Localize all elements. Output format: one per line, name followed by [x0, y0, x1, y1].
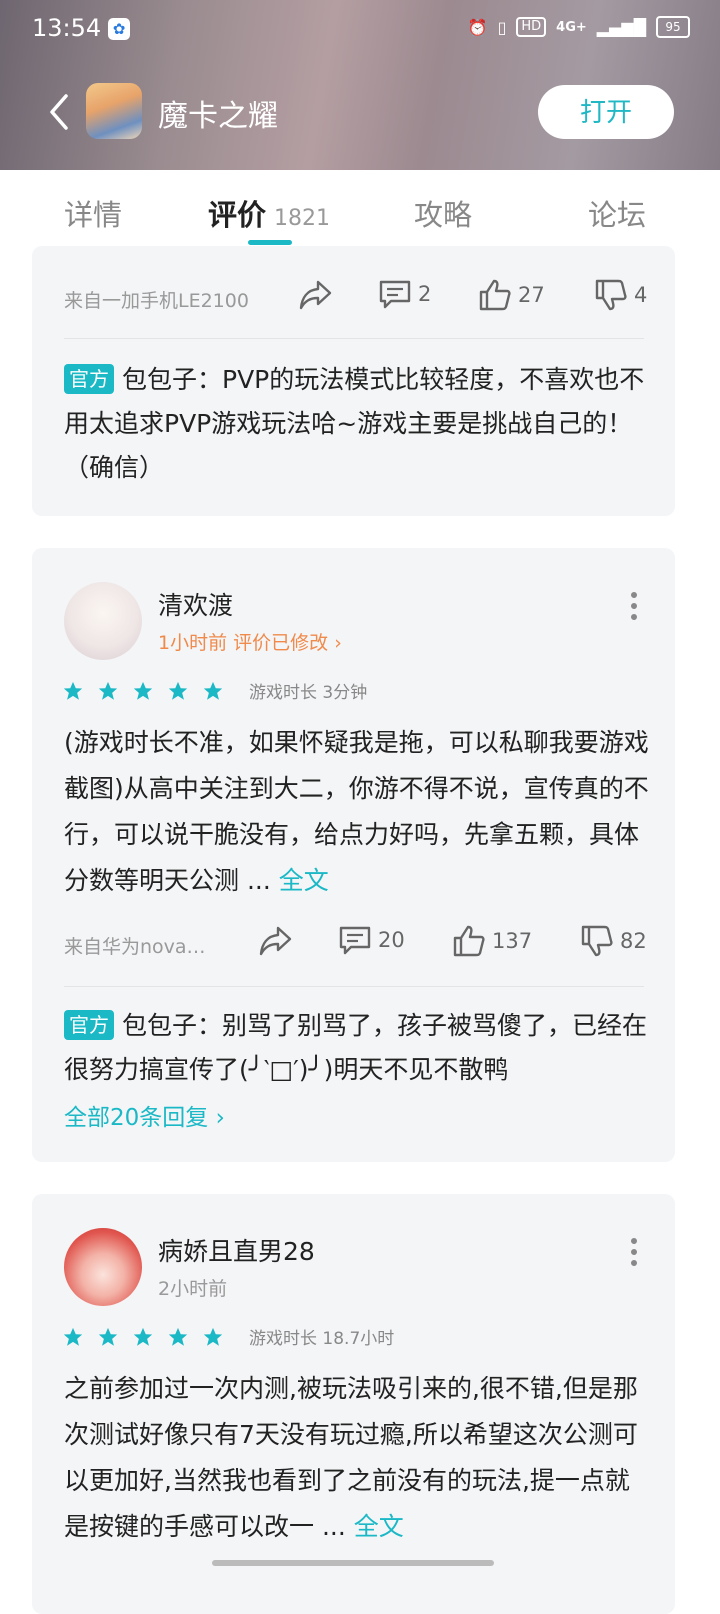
official-tag: 官方: [64, 364, 114, 394]
dislike-count: 4: [634, 283, 648, 307]
review-text: 之前参加过一次内测,被玩法吸引来的,很不错,但是那次测试好像只有7天没有玩过瘾,…: [64, 1374, 638, 1541]
comment-count: 2: [418, 282, 432, 306]
review-card: 清欢渡 1小时前 评价已修改 › 游戏时长 3分钟 (游戏时长不准，如果怀疑我是…: [32, 548, 675, 1162]
review-time: 1小时前: [158, 632, 228, 654]
rating-stars: 游戏时长 18.7小时: [62, 1324, 394, 1349]
tab-guides[interactable]: 攻略: [414, 192, 472, 234]
official-tag: 官方: [64, 1010, 114, 1040]
like-button[interactable]: 137: [452, 924, 532, 958]
tab-bar: 详情 评价 1821 攻略 论坛: [0, 170, 720, 246]
divider: [64, 986, 644, 987]
status-time: 13:54: [32, 14, 102, 42]
full-text-link[interactable]: 全文: [279, 866, 329, 895]
dislike-count: 82: [620, 929, 647, 953]
alarm-icon: ⏰: [467, 17, 488, 37]
share-icon[interactable]: [258, 924, 294, 958]
star-icon: [168, 1327, 188, 1346]
star-icon: [98, 1327, 118, 1346]
all-replies-link[interactable]: 全部20条回复 ›: [64, 1098, 225, 1132]
avatar[interactable]: [64, 582, 142, 660]
app-title: 魔卡之耀: [158, 99, 278, 134]
battery-indicator: 95: [656, 16, 690, 38]
official-reply-text: 包包子：别骂了别骂了，孩子被骂傻了，已经在很努力搞宣传了(╯‵□′)╯)明天不见…: [64, 1011, 648, 1084]
device-label: 来自一加手机LE2100: [64, 290, 249, 312]
dislike-button[interactable]: 4: [594, 278, 647, 312]
star-icon: [203, 681, 223, 700]
signal-icon: ▂▄▆█: [596, 17, 646, 37]
review-body[interactable]: (游戏时长不准，如果怀疑我是拖，可以私聊我要游戏截图)从高中关注到大二，你游不得…: [64, 720, 652, 904]
username[interactable]: 清欢渡: [158, 586, 233, 622]
thumbs-up-icon: [453, 925, 485, 957]
comment-button[interactable]: 20: [338, 924, 405, 956]
active-tab-indicator: [248, 240, 292, 245]
full-text-link[interactable]: 全文: [354, 1512, 404, 1541]
home-indicator[interactable]: [212, 1560, 494, 1566]
star-icon: [63, 1327, 83, 1346]
review-card: 来自一加手机LE2100 2 27 4 官方 包包子：PVP的玩法模式比较轻度，不…: [32, 246, 675, 516]
review-card: 病娇且直男28 2小时前 游戏时长 18.7小时 之前参加过一次内测,被玩法吸引…: [32, 1194, 675, 1614]
rating-stars: 游戏时长 3分钟: [62, 678, 367, 703]
official-reply: 官方 包包子：PVP的玩法模式比较轻度，不喜欢也不用太追求PVP游戏玩法哈~游戏主…: [64, 358, 650, 490]
chevron-right-icon: ›: [215, 1105, 225, 1131]
open-app-button[interactable]: 打开: [538, 85, 674, 139]
all-replies-label: 全部20条回复: [64, 1105, 209, 1131]
chevron-right-icon: ›: [334, 632, 342, 654]
review-time-modified[interactable]: 1小时前 评价已修改 ›: [158, 628, 342, 655]
playtime: 游戏时长 3分钟: [249, 683, 368, 703]
star-icon: [168, 681, 188, 700]
like-count: 137: [492, 929, 533, 953]
star-icon: [133, 681, 153, 700]
share-icon[interactable]: [298, 278, 334, 312]
like-count: 27: [518, 283, 545, 307]
tab-forum[interactable]: 论坛: [588, 192, 646, 234]
more-icon[interactable]: [631, 1238, 639, 1271]
star-icon: [203, 1327, 223, 1346]
star-icon: [98, 681, 118, 700]
username[interactable]: 病娇且直男28: [158, 1232, 315, 1268]
hd-badge: HD: [516, 17, 547, 37]
playtime: 游戏时长 18.7小时: [249, 1329, 395, 1349]
avatar[interactable]: [64, 1228, 142, 1306]
comment-button[interactable]: 2: [378, 278, 431, 310]
review-body[interactable]: 之前参加过一次内测,被玩法吸引来的,很不错,但是那次测试好像只有7天没有玩过瘾,…: [64, 1366, 652, 1550]
comment-count: 20: [378, 928, 405, 952]
comment-icon: [339, 926, 371, 955]
tab-reviews[interactable]: 评价 1821: [208, 192, 330, 234]
star-icon: [63, 681, 83, 700]
app-header: 13:54 ✿ ⏰ ▯ HD 4G+ ▂▄▆█ 95 魔卡之耀 打开: [0, 0, 720, 170]
status-icons: ⏰ ▯ HD 4G+ ▂▄▆█ 95: [468, 16, 690, 38]
status-bar: 13:54 ✿ ⏰ ▯ HD 4G+ ▂▄▆█ 95: [0, 0, 720, 58]
official-reply-text: 包包子：PVP的玩法模式比较轻度，不喜欢也不用太追求PVP游戏玩法哈~游戏主要是…: [64, 365, 645, 482]
app-icon: [86, 83, 142, 139]
vibrate-icon: ▯: [497, 17, 507, 37]
star-icon: [133, 1327, 153, 1346]
more-icon[interactable]: [631, 592, 639, 625]
official-reply: 官方 包包子：别骂了别骂了，孩子被骂傻了，已经在很努力搞宣传了(╯‵□′)╯)明天…: [64, 1004, 650, 1092]
network-label: 4G+: [556, 19, 587, 35]
divider: [64, 338, 644, 339]
comment-icon: [379, 280, 411, 309]
thumbs-down-icon: [595, 279, 627, 311]
back-arrow-icon[interactable]: [44, 92, 80, 132]
review-count: 1821: [274, 206, 331, 231]
thumbs-down-icon: [581, 925, 613, 957]
dislike-button[interactable]: 82: [580, 924, 647, 958]
tab-reviews-label: 评价: [208, 198, 267, 232]
device-label: 来自华为nova…: [64, 936, 206, 958]
tab-details[interactable]: 详情: [64, 192, 122, 234]
baidu-paw-icon: ✿: [108, 18, 130, 40]
thumbs-up-icon: [479, 279, 511, 311]
like-button[interactable]: 27: [478, 278, 545, 312]
review-time: 2小时前: [158, 1278, 228, 1300]
review-text: (游戏时长不准，如果怀疑我是拖，可以私聊我要游戏截图)从高中关注到大二，你游不得…: [64, 728, 649, 895]
modified-label: 评价已修改: [233, 632, 329, 654]
